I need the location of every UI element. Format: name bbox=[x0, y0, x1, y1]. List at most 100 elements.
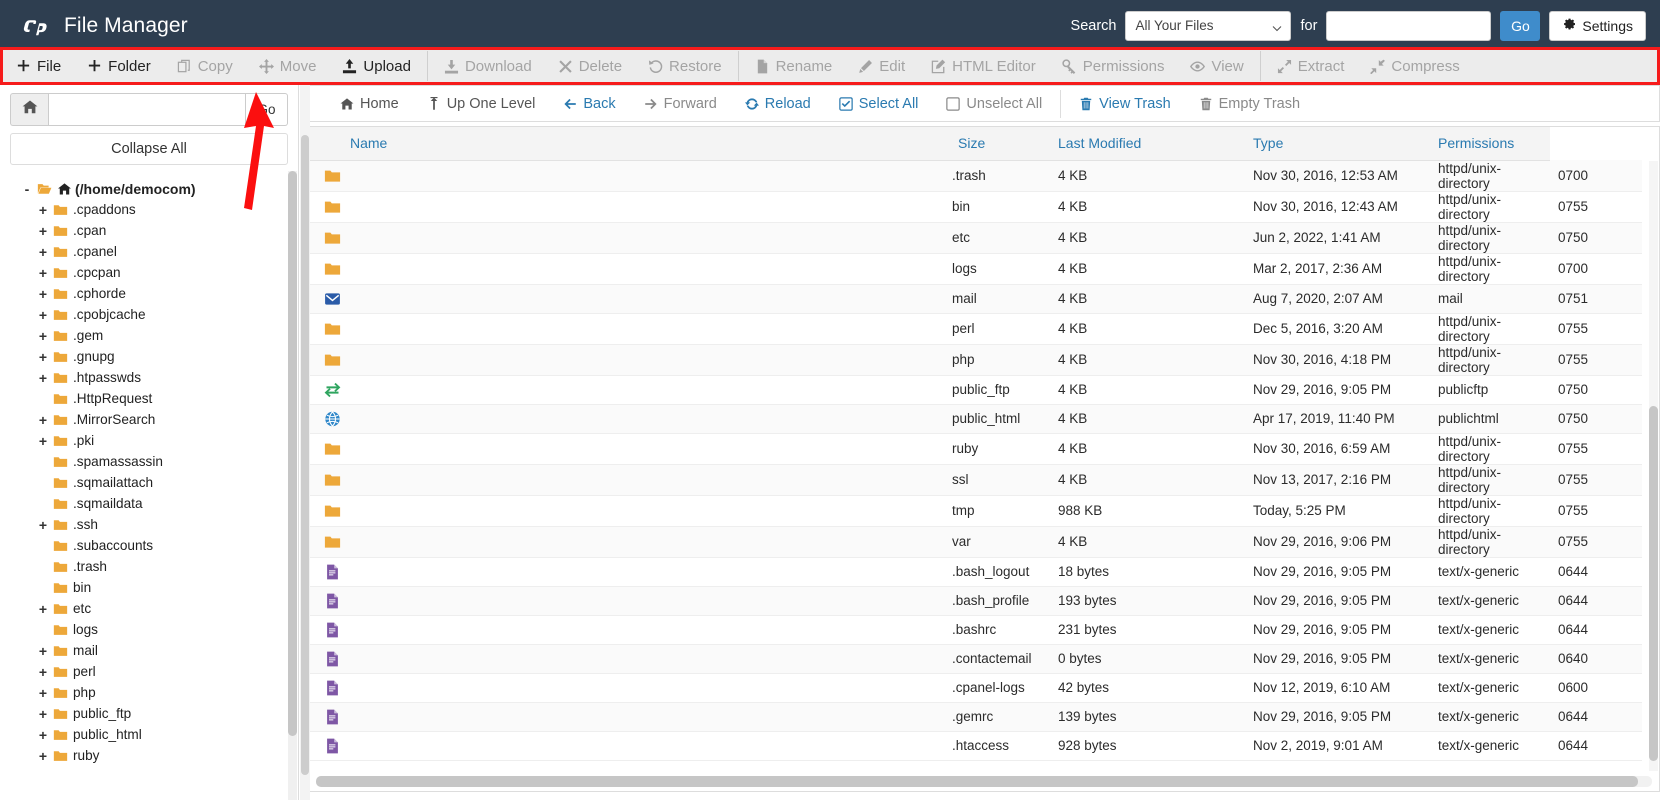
path-home-button[interactable] bbox=[10, 93, 48, 126]
expand-node-icon[interactable]: + bbox=[36, 748, 50, 764]
tree-node-php[interactable]: + php bbox=[20, 682, 298, 703]
toolbar-file-button[interactable]: File bbox=[3, 50, 74, 82]
expand-node-icon[interactable]: + bbox=[36, 286, 50, 302]
path-go-button[interactable]: Go bbox=[246, 93, 288, 126]
nav-back-button[interactable]: Back bbox=[549, 96, 629, 112]
file-row[interactable]: .cpanel-logs 42 bytes Nov 12, 2019, 6:10 A… bbox=[310, 673, 1642, 703]
file-name-cell[interactable]: .htaccess bbox=[950, 731, 1050, 761]
file-row[interactable]: tmp 988 KB Today, 5:25 PM httpd/unix-direct… bbox=[310, 495, 1642, 527]
file-row[interactable]: mail 4 KB Aug 7, 2020, 2:07 AM mail 0751 bbox=[310, 284, 1642, 314]
settings-button[interactable]: Settings bbox=[1549, 10, 1646, 41]
column-header-last-modified[interactable]: Last Modified bbox=[1050, 127, 1245, 161]
file-name-cell[interactable]: mail bbox=[950, 284, 1050, 314]
file-name-cell[interactable]: .bash_profile bbox=[950, 586, 1050, 616]
tree-node-public_html[interactable]: + public_html bbox=[20, 724, 298, 745]
tree-node-perl[interactable]: + perl bbox=[20, 661, 298, 682]
file-table-horizontal-scrollbar-thumb[interactable] bbox=[316, 776, 1638, 787]
collapse-node-icon[interactable]: - bbox=[20, 181, 34, 197]
expand-node-icon[interactable]: + bbox=[36, 349, 50, 365]
file-row[interactable]: .bash_profile 193 bytes Nov 29, 2016, 9:05… bbox=[310, 586, 1642, 616]
nav-select-all-button[interactable]: Select All bbox=[825, 96, 933, 112]
file-table-vertical-scrollbar[interactable] bbox=[1649, 161, 1658, 771]
file-name-cell[interactable]: public_html bbox=[950, 404, 1050, 434]
tree-node-trash[interactable]: .trash bbox=[20, 556, 298, 577]
column-header-permissions[interactable]: Permissions bbox=[1430, 127, 1550, 161]
tree-node-cpaddons[interactable]: + .cpaddons bbox=[20, 199, 298, 220]
expand-node-icon[interactable]: + bbox=[36, 370, 50, 386]
file-name-cell[interactable]: .bash_logout bbox=[950, 557, 1050, 587]
file-name-cell[interactable]: .gemrc bbox=[950, 702, 1050, 732]
file-name-cell[interactable]: logs bbox=[950, 253, 1050, 285]
search-input[interactable] bbox=[1326, 10, 1492, 41]
nav-home-button[interactable]: Home bbox=[326, 96, 413, 112]
tree-node-mirrorsearch[interactable]: + .MirrorSearch bbox=[20, 409, 298, 430]
tree-node-sqmailattach[interactable]: .sqmailattach bbox=[20, 472, 298, 493]
search-scope-select[interactable]: All Your Files bbox=[1125, 10, 1292, 41]
expand-node-icon[interactable]: + bbox=[36, 412, 50, 428]
tree-node-htpasswds[interactable]: + .htpasswds bbox=[20, 367, 298, 388]
file-row[interactable]: public_html 4 KB Apr 17, 2019, 11:40 PM pub… bbox=[310, 404, 1642, 434]
column-header-type[interactable]: Type bbox=[1245, 127, 1430, 161]
sidebar-scrollbar-thumb[interactable] bbox=[288, 171, 297, 736]
file-name-cell[interactable]: etc bbox=[950, 222, 1050, 254]
file-name-cell[interactable]: .contactemail bbox=[950, 644, 1050, 674]
expand-node-icon[interactable]: + bbox=[36, 223, 50, 239]
file-row[interactable]: .trash 4 KB Nov 30, 2016, 12:53 AM httpd/un… bbox=[310, 160, 1642, 192]
expand-node-icon[interactable]: + bbox=[36, 202, 50, 218]
file-name-cell[interactable]: var bbox=[950, 526, 1050, 558]
file-name-cell[interactable]: bin bbox=[950, 191, 1050, 223]
sidebar-scrollbar[interactable] bbox=[288, 171, 297, 800]
file-row[interactable]: php 4 KB Nov 30, 2016, 4:18 PM httpd/unix-d… bbox=[310, 344, 1642, 376]
collapse-all-button[interactable]: Collapse All bbox=[10, 133, 288, 165]
expand-node-icon[interactable]: + bbox=[36, 727, 50, 743]
file-row[interactable]: var 4 KB Nov 29, 2016, 9:06 PM httpd/unix-d… bbox=[310, 526, 1642, 558]
file-name-cell[interactable]: ssl bbox=[950, 464, 1050, 496]
expand-node-icon[interactable]: + bbox=[36, 601, 50, 617]
expand-node-icon[interactable]: + bbox=[36, 706, 50, 722]
file-row[interactable]: perl 4 KB Dec 5, 2016, 3:20 AM httpd/unix-d… bbox=[310, 313, 1642, 345]
file-row[interactable]: .gemrc 139 bytes Nov 29, 2016, 9:05 PM text… bbox=[310, 702, 1642, 732]
file-table-horizontal-scrollbar[interactable] bbox=[316, 776, 1652, 787]
file-name-cell[interactable]: tmp bbox=[950, 495, 1050, 527]
file-row[interactable]: .bash_logout 18 bytes Nov 29, 2016, 9:05 P… bbox=[310, 557, 1642, 587]
file-name-cell[interactable]: ruby bbox=[950, 433, 1050, 465]
file-table-vertical-scrollbar-thumb[interactable] bbox=[1649, 406, 1658, 761]
nav-view-trash-button[interactable]: View Trash bbox=[1065, 96, 1184, 112]
file-name-cell[interactable]: .cpanel-logs bbox=[950, 673, 1050, 703]
tree-node-bin[interactable]: bin bbox=[20, 577, 298, 598]
expand-node-icon[interactable]: + bbox=[36, 517, 50, 533]
tree-node-etc[interactable]: + etc bbox=[20, 598, 298, 619]
tree-node-gem[interactable]: + .gem bbox=[20, 325, 298, 346]
toolbar-upload-button[interactable]: Upload bbox=[329, 50, 424, 82]
tree-node-cpcpan[interactable]: + .cpcpan bbox=[20, 262, 298, 283]
expand-node-icon[interactable]: + bbox=[36, 664, 50, 680]
file-row[interactable]: logs 4 KB Mar 2, 2017, 2:36 AM httpd/unix-d… bbox=[310, 253, 1642, 285]
pane-scrollbar-thumb[interactable] bbox=[301, 135, 309, 775]
expand-node-icon[interactable]: + bbox=[36, 244, 50, 260]
expand-node-icon[interactable]: + bbox=[36, 643, 50, 659]
path-input[interactable] bbox=[48, 93, 246, 126]
expand-node-icon[interactable]: + bbox=[36, 328, 50, 344]
file-name-cell[interactable]: perl bbox=[950, 313, 1050, 345]
file-name-cell[interactable]: php bbox=[950, 344, 1050, 376]
file-row[interactable]: etc 4 KB Jun 2, 2022, 1:41 AM httpd/unix-di… bbox=[310, 222, 1642, 254]
tree-node-mail[interactable]: + mail bbox=[20, 640, 298, 661]
nav-up-one-level-button[interactable]: Up One Level bbox=[413, 96, 550, 112]
toolbar-folder-button[interactable]: Folder bbox=[74, 50, 164, 82]
tree-node-cpobjcache[interactable]: + .cpobjcache bbox=[20, 304, 298, 325]
file-row[interactable]: bin 4 KB Nov 30, 2016, 12:43 AM httpd/unix-… bbox=[310, 191, 1642, 223]
file-row[interactable]: public_ftp 4 KB Nov 29, 2016, 9:05 PM publi… bbox=[310, 375, 1642, 405]
file-row[interactable]: .bashrc 231 bytes Nov 29, 2016, 9:05 PM tex… bbox=[310, 615, 1642, 645]
file-name-cell[interactable]: .trash bbox=[950, 160, 1050, 192]
tree-node-cpanel[interactable]: + .cpanel bbox=[20, 241, 298, 262]
search-go-button[interactable]: Go bbox=[1500, 10, 1541, 41]
tree-node-ruby[interactable]: + ruby bbox=[20, 745, 298, 766]
tree-node-httprequest[interactable]: .HttpRequest bbox=[20, 388, 298, 409]
tree-node-pki[interactable]: + .pki bbox=[20, 430, 298, 451]
file-row[interactable]: ssl 4 KB Nov 13, 2017, 2:16 PM httpd/unix-d… bbox=[310, 464, 1642, 496]
file-row[interactable]: .contactemail 0 bytes Nov 29, 2016, 9:05 P… bbox=[310, 644, 1642, 674]
tree-node-logs[interactable]: logs bbox=[20, 619, 298, 640]
tree-node-sqmaildata[interactable]: .sqmaildata bbox=[20, 493, 298, 514]
file-name-cell[interactable]: .bashrc bbox=[950, 615, 1050, 645]
tree-node-gnupg[interactable]: + .gnupg bbox=[20, 346, 298, 367]
